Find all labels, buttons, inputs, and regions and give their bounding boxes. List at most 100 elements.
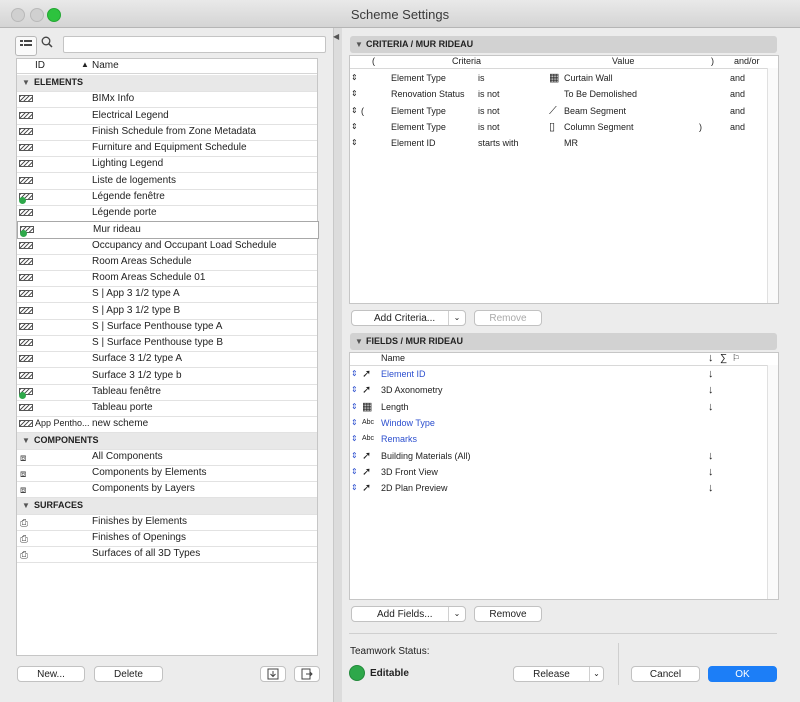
scheme-list-item[interactable]: S | App 3 1/2 type B bbox=[17, 303, 317, 320]
criteria-section-header[interactable]: ▼ CRITERIA / MUR RIDEAU bbox=[350, 36, 777, 53]
scheme-list-item[interactable]: Lighting Legend bbox=[17, 156, 317, 174]
release-button[interactable]: Release ⌄ bbox=[513, 666, 604, 682]
reorder-handle-icon[interactable]: ⇕ bbox=[351, 431, 358, 447]
scheme-list-item[interactable]: S | Surface Penthouse type A bbox=[17, 319, 317, 336]
disclosure-open-icon[interactable]: ▼ bbox=[22, 498, 30, 513]
criteria-scrollbar[interactable] bbox=[767, 68, 778, 303]
remove-field-button[interactable]: Remove bbox=[474, 606, 542, 622]
scheme-name: Surfaces of all 3D Types bbox=[92, 548, 201, 560]
scheme-list-item[interactable]: S | App 3 1/2 type A bbox=[17, 286, 317, 304]
reorder-handle-icon[interactable]: ⇕ bbox=[351, 399, 358, 415]
scheme-list-item[interactable]: Tableau porte bbox=[17, 400, 317, 417]
scheme-name: Liste de logements bbox=[92, 174, 176, 186]
section-header[interactable]: ▼ SURFACES bbox=[17, 497, 317, 515]
reorder-handle-icon[interactable]: ⇕ bbox=[351, 86, 358, 102]
field-row[interactable]: ⇕ ▦ Length ↓ bbox=[350, 399, 766, 415]
status-indicator-icon bbox=[349, 665, 365, 681]
search-input[interactable] bbox=[63, 36, 326, 53]
field-name: Building Materials (All) bbox=[381, 450, 471, 461]
reorder-handle-icon[interactable]: ⇕ bbox=[351, 382, 358, 398]
scheme-list-item[interactable]: ⎙ Finishes of Openings bbox=[17, 530, 317, 547]
scheme-list-item[interactable]: Finish Schedule from Zone Metadata bbox=[17, 124, 317, 141]
sort-descending-icon[interactable]: ↓ bbox=[708, 448, 714, 464]
scheme-list-item[interactable]: Légende fenêtre bbox=[17, 189, 317, 206]
reorder-handle-icon[interactable]: ⇕ bbox=[351, 464, 358, 480]
reorder-handle-icon[interactable]: ⇕ bbox=[351, 119, 358, 135]
scheme-name: Components by Elements bbox=[92, 467, 207, 478]
collapse-panel-icon[interactable]: ◀ bbox=[333, 32, 339, 41]
hatch-icon bbox=[19, 420, 33, 428]
scheme-list-item[interactable]: Room Areas Schedule bbox=[17, 254, 317, 271]
fields-section-header[interactable]: ▼ FIELDS / MUR RIDEAU bbox=[350, 333, 777, 350]
ok-button[interactable]: OK bbox=[708, 666, 777, 682]
disclosure-open-icon[interactable]: ▼ bbox=[22, 433, 30, 448]
scheme-list-item[interactable]: Electrical Legend bbox=[17, 108, 317, 125]
scheme-id: App Pentho... bbox=[35, 418, 90, 429]
search-button[interactable] bbox=[37, 36, 57, 54]
cancel-button[interactable]: Cancel bbox=[631, 666, 700, 682]
scheme-list-item[interactable]: Room Areas Schedule 01 bbox=[17, 270, 317, 287]
hatch-icon bbox=[19, 371, 33, 379]
import-button[interactable] bbox=[260, 666, 286, 682]
pointer-icon: ➚ bbox=[362, 384, 372, 397]
scheme-list-item[interactable]: ⧈ Components by Elements bbox=[17, 465, 317, 482]
criteria-row[interactable]: ⇕ Element Type is Curtain Wall and ▦ bbox=[350, 70, 766, 86]
scheme-list-item[interactable]: ⎙ Finishes by Elements bbox=[17, 514, 317, 531]
sort-descending-icon[interactable]: ↓ bbox=[708, 382, 714, 398]
export-button[interactable] bbox=[294, 666, 320, 682]
reorder-handle-icon[interactable]: ⇕ bbox=[351, 480, 358, 496]
remove-criteria-button[interactable]: Remove bbox=[474, 310, 542, 326]
scheme-list-item[interactable]: ⧈ Components by Layers bbox=[17, 481, 317, 499]
new-scheme-button[interactable]: New... bbox=[17, 666, 85, 682]
list-view-toggle-button[interactable] bbox=[15, 36, 37, 56]
scheme-list-item[interactable]: BIMx Info bbox=[17, 91, 317, 109]
reorder-handle-icon[interactable]: ⇕ bbox=[351, 70, 358, 86]
disclosure-open-icon[interactable]: ▼ bbox=[22, 75, 30, 90]
field-row[interactable]: ⇕ Abc Window Type bbox=[350, 415, 766, 431]
criteria-row[interactable]: ⇕ Element ID starts with MR bbox=[350, 135, 766, 151]
import-icon bbox=[267, 668, 279, 680]
field-row[interactable]: ⇕ ➚ 2D Plan Preview ↓ bbox=[350, 480, 766, 496]
chevron-down-icon[interactable]: ⌄ bbox=[589, 667, 603, 681]
scheme-list-item[interactable]: Légende porte bbox=[17, 205, 317, 222]
add-fields-button[interactable]: Add Fields... ⌄ bbox=[351, 606, 466, 622]
fields-scrollbar[interactable] bbox=[767, 365, 778, 599]
scheme-list-item[interactable]: ⎙ Surfaces of all 3D Types bbox=[17, 546, 317, 564]
criteria-row[interactable]: ⇕(Element Type is not Beam Segment and ⟋ bbox=[350, 103, 766, 119]
reorder-handle-icon[interactable]: ⇕ bbox=[351, 415, 358, 431]
scheme-list-item[interactable]: Occupancy and Occupant Load Schedule bbox=[17, 238, 317, 255]
field-row[interactable]: ⇕ ➚ 3D Axonometry ↓ bbox=[350, 382, 766, 398]
reorder-handle-icon[interactable]: ⇕ bbox=[351, 366, 358, 382]
section-header[interactable]: ▼ ELEMENTS bbox=[17, 75, 317, 92]
sort-descending-icon[interactable]: ↓ bbox=[708, 464, 714, 480]
scheme-list-item[interactable]: Liste de logements bbox=[17, 173, 317, 190]
reorder-handle-icon[interactable]: ⇕ bbox=[351, 135, 358, 151]
sort-descending-icon[interactable]: ↓ bbox=[708, 399, 714, 415]
scheme-list-item[interactable]: Surface 3 1/2 type b bbox=[17, 368, 317, 385]
criteria-row[interactable]: ⇕ Renovation Status is not To Be Demolished… bbox=[350, 86, 766, 102]
field-row[interactable]: ⇕ ➚ 3D Front View ↓ bbox=[350, 464, 766, 480]
scheme-list-item[interactable]: Surface 3 1/2 type A bbox=[17, 351, 317, 369]
section-header[interactable]: ▼ COMPONENTS bbox=[17, 432, 317, 450]
reorder-handle-icon[interactable]: ⇕ bbox=[351, 103, 358, 119]
scheme-list-item[interactable]: Furniture and Equipment Schedule bbox=[17, 140, 317, 157]
add-criteria-button[interactable]: Add Criteria... ⌄ bbox=[351, 310, 466, 326]
column-id-header[interactable]: ID bbox=[35, 60, 45, 71]
field-name: Window Type bbox=[381, 417, 435, 428]
field-row[interactable]: ⇕ ➚ Building Materials (All) ↓ bbox=[350, 448, 766, 464]
scheme-list-item[interactable]: ⧈ All Components bbox=[17, 449, 317, 466]
sort-descending-icon[interactable]: ↓ bbox=[708, 480, 714, 496]
criteria-table: ( Criteria Value ) and/or ⇕ Element Type i… bbox=[349, 55, 779, 304]
chevron-down-icon[interactable]: ⌄ bbox=[448, 311, 465, 325]
criteria-row[interactable]: ⇕ Element Type is not Column Segment) and ▯ bbox=[350, 119, 766, 135]
scheme-list-item[interactable]: Tableau fenêtre bbox=[17, 384, 317, 401]
scheme-list-item[interactable]: S | Surface Penthouse type B bbox=[17, 335, 317, 352]
delete-scheme-button[interactable]: Delete bbox=[94, 666, 163, 682]
scheme-list-item[interactable]: App Pentho... new scheme bbox=[17, 416, 317, 434]
field-row[interactable]: ⇕ ➚ Element ID ↓ bbox=[350, 366, 766, 382]
field-row[interactable]: ⇕ Abc Remarks bbox=[350, 431, 766, 447]
sort-descending-icon[interactable]: ↓ bbox=[708, 366, 714, 382]
chevron-down-icon[interactable]: ⌄ bbox=[448, 607, 465, 621]
column-name-header[interactable]: Name bbox=[92, 60, 119, 71]
reorder-handle-icon[interactable]: ⇕ bbox=[351, 448, 358, 464]
